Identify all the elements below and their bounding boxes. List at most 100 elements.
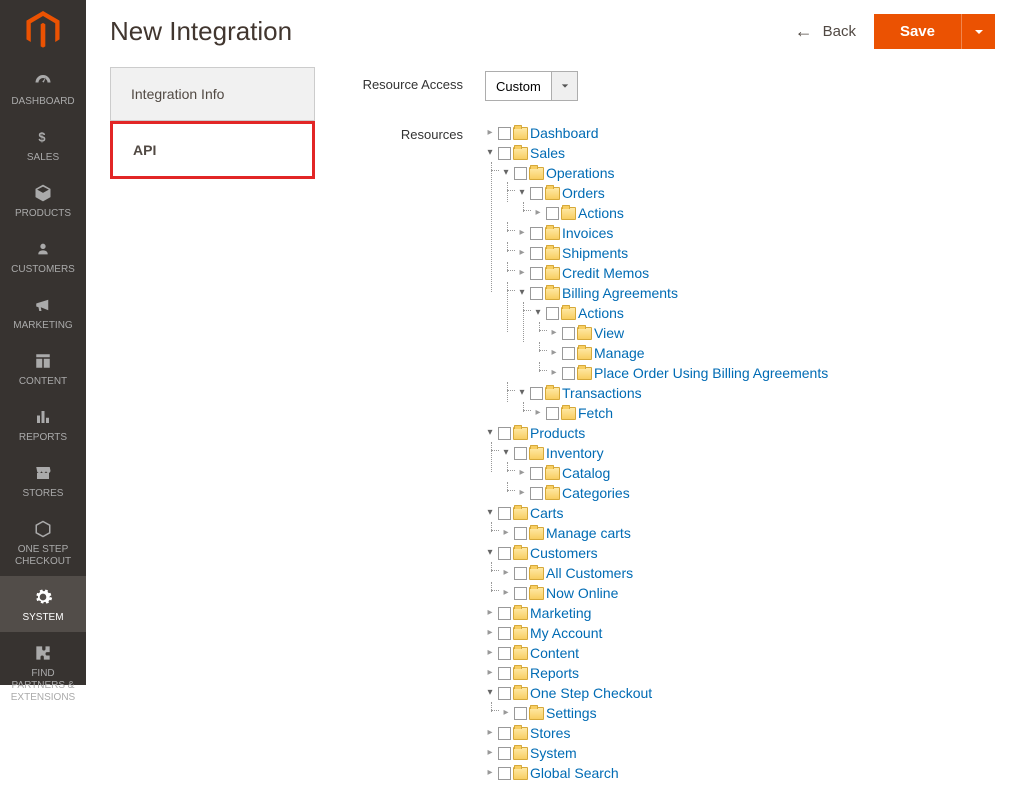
tree-node-label[interactable]: Operations	[546, 165, 614, 181]
nav-marketing[interactable]: MARKETING	[0, 284, 86, 340]
tree-collapse-icon[interactable]: ▾	[517, 388, 527, 398]
tree-checkbox[interactable]	[530, 387, 543, 400]
tree-node-label[interactable]: Stores	[530, 725, 570, 741]
tree-collapse-icon[interactable]: ▾	[501, 448, 511, 458]
tree-node-label[interactable]: My Account	[530, 625, 602, 641]
tree-node-label[interactable]: Inventory	[546, 445, 604, 461]
tree-checkbox[interactable]	[498, 607, 511, 620]
tree-checkbox[interactable]	[498, 127, 511, 140]
tree-collapse-icon[interactable]: ▾	[485, 688, 495, 698]
tree-checkbox[interactable]	[530, 267, 543, 280]
tree-checkbox[interactable]	[562, 327, 575, 340]
tree-node-label[interactable]: View	[594, 325, 624, 341]
tree-node-label[interactable]: Customers	[530, 545, 598, 561]
tree-checkbox[interactable]	[498, 647, 511, 660]
tree-node-label[interactable]: Dashboard	[530, 125, 599, 141]
select-dropdown-button[interactable]	[552, 71, 578, 101]
tree-checkbox[interactable]	[514, 587, 527, 600]
tree-collapse-icon[interactable]: ▾	[517, 288, 527, 298]
tree-node-label[interactable]: Manage	[594, 345, 645, 361]
tree-node-label[interactable]: Actions	[578, 205, 624, 221]
nav-system[interactable]: SYSTEM	[0, 576, 86, 632]
tree-checkbox[interactable]	[498, 767, 511, 780]
tree-checkbox[interactable]	[530, 487, 543, 500]
folder-icon	[545, 287, 560, 300]
save-dropdown-button[interactable]	[961, 14, 995, 49]
nav-one-step-checkout[interactable]: ONE STEP CHECKOUT	[0, 508, 86, 576]
tree-checkbox[interactable]	[514, 567, 527, 580]
nav-reports[interactable]: REPORTS	[0, 396, 86, 452]
tree-collapse-icon[interactable]: ▾	[533, 308, 543, 318]
tree-checkbox[interactable]	[498, 427, 511, 440]
save-button[interactable]: Save	[874, 14, 961, 49]
tree-collapse-icon[interactable]: ▾	[501, 168, 511, 178]
tree-checkbox[interactable]	[498, 507, 511, 520]
tree-node-label[interactable]: Actions	[578, 305, 624, 321]
tree-node-label[interactable]: Catalog	[562, 465, 610, 481]
tree-checkbox[interactable]	[546, 407, 559, 420]
tree-checkbox[interactable]	[498, 147, 511, 160]
tree-checkbox[interactable]	[562, 347, 575, 360]
tree-checkbox[interactable]	[514, 167, 527, 180]
tree-checkbox[interactable]	[498, 547, 511, 560]
tree-checkbox[interactable]	[498, 687, 511, 700]
tree-node-label[interactable]: Invoices	[562, 225, 613, 241]
tree-checkbox[interactable]	[514, 447, 527, 460]
tree-node-label[interactable]: Billing Agreements	[562, 285, 678, 301]
tree-collapse-icon[interactable]: ▾	[517, 188, 527, 198]
tree-checkbox[interactable]	[530, 187, 543, 200]
tree-checkbox[interactable]	[498, 627, 511, 640]
tree-node-label[interactable]: Credit Memos	[562, 265, 649, 281]
tree-node-label[interactable]: Manage carts	[546, 525, 631, 541]
tree-node-label[interactable]: Orders	[562, 185, 605, 201]
tree-checkbox[interactable]	[562, 367, 575, 380]
tree-checkbox[interactable]	[514, 707, 527, 720]
tree-collapse-icon[interactable]: ▾	[485, 508, 495, 518]
tree-collapse-icon[interactable]: ▾	[485, 548, 495, 558]
tab-api[interactable]: API	[110, 121, 315, 179]
tree-node-label[interactable]: All Customers	[546, 565, 633, 581]
tree-node-label[interactable]: Global Search	[530, 765, 619, 781]
resource-access-select[interactable]: Custom	[485, 71, 552, 101]
tree-node-label[interactable]: Place Order Using Billing Agreements	[594, 365, 828, 381]
tree-checkbox[interactable]	[530, 287, 543, 300]
nav-sales[interactable]: $SALES	[0, 116, 86, 172]
tree-node-label[interactable]: Marketing	[530, 605, 591, 621]
tree-node-label[interactable]: Reports	[530, 665, 579, 681]
back-button[interactable]: ← Back	[795, 21, 856, 42]
tree-checkbox[interactable]	[546, 207, 559, 220]
tree-node-label[interactable]: Settings	[546, 705, 597, 721]
tree-checkbox[interactable]	[498, 727, 511, 740]
tree-node-label[interactable]: Shipments	[562, 245, 628, 261]
nav-customers[interactable]: CUSTOMERS	[0, 228, 86, 284]
tree-checkbox[interactable]	[530, 227, 543, 240]
tree-checkbox[interactable]	[546, 307, 559, 320]
tree-node-label[interactable]: Products	[530, 425, 585, 441]
tree-node-label[interactable]: Fetch	[578, 405, 613, 421]
tree-collapse-icon[interactable]: ▾	[485, 428, 495, 438]
tree-checkbox[interactable]	[498, 667, 511, 680]
tree-node-label[interactable]: Content	[530, 645, 579, 661]
tree-node: ▸Credit Memos	[517, 265, 649, 281]
tree-node-label[interactable]: Carts	[530, 505, 563, 521]
nav-stores[interactable]: STORES	[0, 452, 86, 508]
tree-node: ▸Actions	[533, 205, 624, 221]
tab-integration-info[interactable]: Integration Info	[110, 67, 315, 121]
tree-node-label[interactable]: Now Online	[546, 585, 618, 601]
nav-products[interactable]: PRODUCTS	[0, 172, 86, 228]
nav-content[interactable]: CONTENT	[0, 340, 86, 396]
tree-node-label[interactable]: Sales	[530, 145, 565, 161]
tree-checkbox[interactable]	[530, 467, 543, 480]
tree-checkbox[interactable]	[514, 527, 527, 540]
magento-logo[interactable]	[0, 0, 86, 60]
dollar-icon: $	[31, 126, 55, 148]
tree-node-label[interactable]: One Step Checkout	[530, 685, 652, 701]
tree-node-label[interactable]: System	[530, 745, 577, 761]
tree-checkbox[interactable]	[498, 747, 511, 760]
tree-collapse-icon[interactable]: ▾	[485, 148, 495, 158]
tree-checkbox[interactable]	[530, 247, 543, 260]
nav-dashboard[interactable]: DASHBOARD	[0, 60, 86, 116]
folder-icon	[513, 607, 528, 620]
tree-node-label[interactable]: Categories	[562, 485, 630, 501]
tree-node-label[interactable]: Transactions	[562, 385, 642, 401]
